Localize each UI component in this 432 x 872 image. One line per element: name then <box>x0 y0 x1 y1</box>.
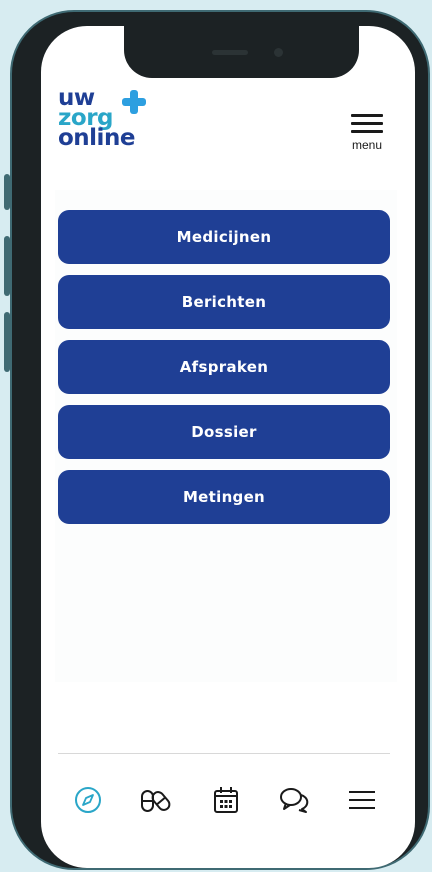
menu-button[interactable]: menu <box>346 114 388 158</box>
menu-icon <box>349 791 375 809</box>
mute-switch <box>4 174 10 210</box>
berichten-label: Berichten <box>181 293 267 311</box>
hamburger-bar <box>351 130 383 133</box>
menu-label: menu <box>351 138 383 152</box>
medicijnen-label: Medicijnen <box>176 228 272 246</box>
compass-icon <box>75 787 101 813</box>
pills-icon <box>141 790 171 812</box>
plus-cross-icon <box>122 90 146 114</box>
metingen-label: Metingen <box>182 488 266 506</box>
front-camera <box>274 48 283 57</box>
metingen-button[interactable]: Metingen <box>58 470 390 524</box>
afspraken-button[interactable]: Afspraken <box>58 340 390 394</box>
logo-line-online: online <box>58 125 135 151</box>
volume-up-button <box>4 236 10 296</box>
tab-berichten[interactable] <box>278 784 310 816</box>
hamburger-bar <box>351 122 383 125</box>
uwzorgonline-logo[interactable]: uw zorg online <box>58 87 154 166</box>
medicijnen-button[interactable]: Medicijnen <box>58 210 390 264</box>
dossier-label: Dossier <box>191 423 257 441</box>
speaker <box>212 50 248 55</box>
afspraken-label: Afspraken <box>179 358 269 376</box>
chat-icon <box>280 788 309 813</box>
dossier-button[interactable]: Dossier <box>58 405 390 459</box>
tab-medicijnen[interactable] <box>139 784 171 816</box>
calendar-icon <box>214 787 238 813</box>
volume-down-button <box>4 312 10 372</box>
notch <box>124 26 359 78</box>
tab-afspraken[interactable] <box>210 784 242 816</box>
hamburger-icon <box>351 114 383 117</box>
bottom-nav-divider <box>58 753 390 754</box>
tab-home[interactable] <box>72 784 104 816</box>
tab-menu[interactable] <box>346 784 378 816</box>
berichten-button[interactable]: Berichten <box>58 275 390 329</box>
